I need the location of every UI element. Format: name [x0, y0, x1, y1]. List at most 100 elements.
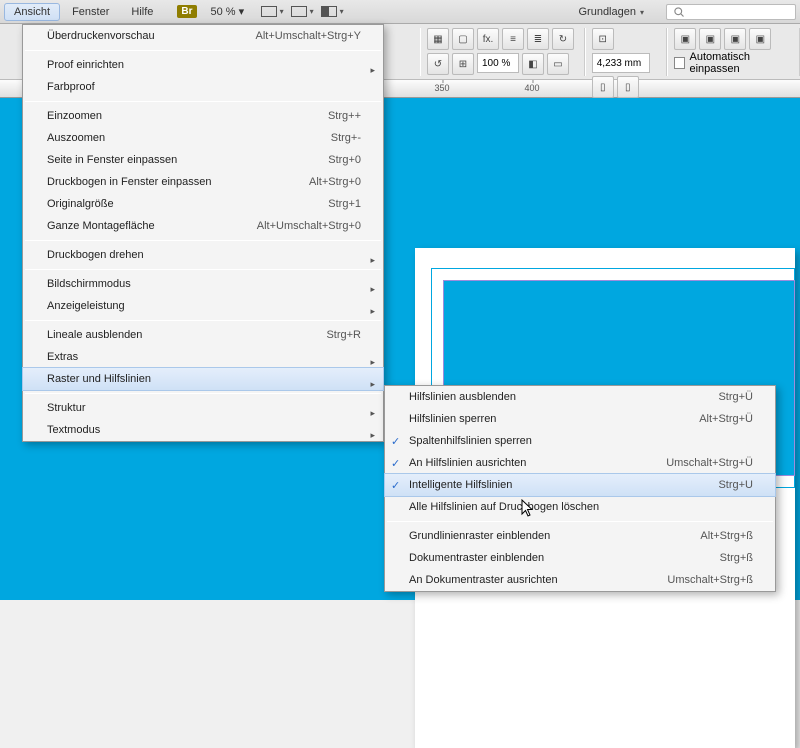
tool-align-1[interactable]: ≡	[502, 28, 524, 50]
menu-item-label: Intelligente Hilfslinien	[409, 479, 718, 491]
menu-item[interactable]: Ganze MontageflächeAlt+Umschalt+Strg+0	[23, 215, 383, 237]
menu-item-label: Spaltenhilfslinien sperren	[409, 435, 753, 447]
menu-item[interactable]: Raster und Hilfslinien	[23, 368, 383, 390]
menu-shortcut: Alt+Umschalt+Strg+0	[257, 220, 361, 232]
menu-ansicht[interactable]: Ansicht	[4, 3, 60, 21]
menu-item-label: Originalgröße	[47, 198, 328, 210]
search-icon	[673, 6, 685, 18]
menu-shortcut: Alt+Strg+Ü	[699, 413, 753, 425]
search-box[interactable]	[666, 4, 796, 20]
menu-item[interactable]: Struktur	[23, 397, 383, 419]
menu-item[interactable]: ÜberdruckenvorschauAlt+Umschalt+Strg+Y	[23, 25, 383, 47]
zoom-level[interactable]: 50 % ▾	[211, 5, 245, 18]
menu-shortcut: Strg+1	[328, 198, 361, 210]
menu-item[interactable]: OriginalgrößeStrg+1	[23, 193, 383, 215]
menu-item[interactable]: Alle Hilfslinien auf Druckbogen löschen	[385, 496, 775, 518]
menu-item[interactable]: ✓An Hilfslinien ausrichtenUmschalt+Strg+…	[385, 452, 775, 474]
menu-item-label: An Hilfslinien ausrichten	[409, 457, 666, 469]
menu-item-label: Auszoomen	[47, 132, 331, 144]
menu-shortcut: Strg+0	[328, 154, 361, 166]
menu-item[interactable]: Hilfslinien ausblendenStrg+Ü	[385, 386, 775, 408]
ruler-tick: 400	[524, 83, 539, 93]
menu-item[interactable]: EinzoomenStrg++	[23, 105, 383, 127]
tool-dir-2[interactable]: ↺	[427, 53, 449, 75]
workspace-switcher[interactable]: Grundlagen	[568, 3, 654, 21]
tool-btn-2[interactable]: ▢	[452, 28, 474, 50]
zoom-pct-field[interactable]: 100 %	[477, 53, 519, 73]
menu-item[interactable]: Proof einrichten	[23, 54, 383, 76]
menu-item[interactable]: Seite in Fenster einpassenStrg+0	[23, 149, 383, 171]
tool-dir-3[interactable]: ⊞	[452, 53, 474, 75]
measure-field[interactable]: 4,233 mm	[592, 53, 650, 73]
menu-separator	[25, 240, 381, 241]
menu-separator	[25, 101, 381, 102]
screen-mode-icon[interactable]	[288, 3, 316, 21]
menu-item-label: Grundlinienraster einblenden	[409, 530, 700, 542]
menu-separator	[25, 393, 381, 394]
menu-item-label: Raster und Hilfslinien	[47, 373, 361, 385]
menu-item-label: An Dokumentraster ausrichten	[409, 574, 667, 586]
menu-shortcut: Strg+R	[326, 329, 361, 341]
tool-dir-1[interactable]: ↻	[552, 28, 574, 50]
menu-fenster[interactable]: Fenster	[62, 3, 119, 21]
menu-item-label: Farbproof	[47, 81, 361, 93]
menu-separator	[25, 269, 381, 270]
menu-item[interactable]: Grundlinienraster einblendenAlt+Strg+ß	[385, 525, 775, 547]
tool-btn-x1[interactable]: ◧	[522, 53, 544, 75]
menu-item[interactable]: Lineale ausblendenStrg+R	[23, 324, 383, 346]
arrange-icon[interactable]	[318, 3, 346, 21]
menu-item[interactable]: Bildschirmmodus	[23, 273, 383, 295]
menu-item-label: Proof einrichten	[47, 59, 361, 71]
menu-item-label: Druckbogen in Fenster einpassen	[47, 176, 309, 188]
menu-item-label: Bildschirmmodus	[47, 278, 361, 290]
menu-item[interactable]: ✓ Intelligente HilfslinienStrg+U	[385, 474, 775, 496]
check-icon: ✓	[391, 457, 400, 470]
menu-item-label: Struktur	[47, 402, 361, 414]
auto-fit-label: Automatisch einpassen	[689, 51, 793, 75]
menu-separator	[25, 50, 381, 51]
menu-item[interactable]: An Dokumentraster ausrichtenUmschalt+Str…	[385, 569, 775, 591]
menu-shortcut: Alt+Umschalt+Strg+Y	[256, 30, 361, 42]
tool-align-2[interactable]: ≣	[527, 28, 549, 50]
menu-item-label: Seite in Fenster einpassen	[47, 154, 328, 166]
bridge-icon[interactable]: Br	[177, 5, 196, 18]
menu-shortcut: Alt+Strg+ß	[700, 530, 753, 542]
menu-item[interactable]: ✓Spaltenhilfslinien sperren	[385, 430, 775, 452]
crop-icon[interactable]: ⊡	[592, 28, 614, 50]
menu-item-label: Hilfslinien sperren	[409, 413, 699, 425]
menu-item-label: Überdruckenvorschau	[47, 30, 256, 42]
menu-hilfe[interactable]: Hilfe	[121, 3, 163, 21]
fit-btn-2[interactable]: ▣	[699, 28, 721, 50]
tool-btn-b[interactable]: ▯	[617, 76, 639, 98]
tool-btn-1[interactable]: ▦	[427, 28, 449, 50]
menu-item-label: Alle Hilfslinien auf Druckbogen löschen	[409, 501, 753, 513]
view-menu: ÜberdruckenvorschauAlt+Umschalt+Strg+Y Pr…	[22, 24, 384, 442]
menu-item-label: Dokumentraster einblenden	[409, 552, 720, 564]
view-mode-icon[interactable]	[258, 3, 286, 21]
auto-fit-checkbox[interactable]	[674, 57, 685, 69]
menu-item[interactable]: Anzeigeleistung	[23, 295, 383, 317]
menu-item[interactable]: Dokumentraster einblendenStrg+ß	[385, 547, 775, 569]
menu-separator	[25, 320, 381, 321]
menu-item-label: Textmodus	[47, 424, 361, 436]
menu-item-label: Anzeigeleistung	[47, 300, 361, 312]
menu-item[interactable]: Extras	[23, 346, 383, 368]
menu-item[interactable]: Textmodus	[23, 419, 383, 441]
search-input[interactable]	[689, 6, 789, 18]
tool-btn-x2[interactable]: ▭	[547, 53, 569, 75]
menu-shortcut: Strg+Ü	[718, 391, 753, 403]
fit-btn-4[interactable]: ▣	[749, 28, 771, 50]
tool-fx[interactable]: fx.	[477, 28, 499, 50]
fit-btn-1[interactable]: ▣	[674, 28, 696, 50]
check-icon: ✓	[391, 479, 400, 492]
menu-item[interactable]: Druckbogen in Fenster einpassenAlt+Strg+…	[23, 171, 383, 193]
fit-btn-3[interactable]: ▣	[724, 28, 746, 50]
menubar: Ansicht Fenster Hilfe Br 50 % ▾ Grundlag…	[0, 0, 800, 24]
menu-item[interactable]: Druckbogen drehen	[23, 244, 383, 266]
menu-item-label: Ganze Montagefläche	[47, 220, 257, 232]
tool-btn-a[interactable]: ▯	[592, 76, 614, 98]
menu-item[interactable]: Farbproof	[23, 76, 383, 98]
menu-shortcut: Strg+U	[718, 479, 753, 491]
menu-item[interactable]: Hilfslinien sperrenAlt+Strg+Ü	[385, 408, 775, 430]
menu-item[interactable]: AuszoomenStrg+-	[23, 127, 383, 149]
